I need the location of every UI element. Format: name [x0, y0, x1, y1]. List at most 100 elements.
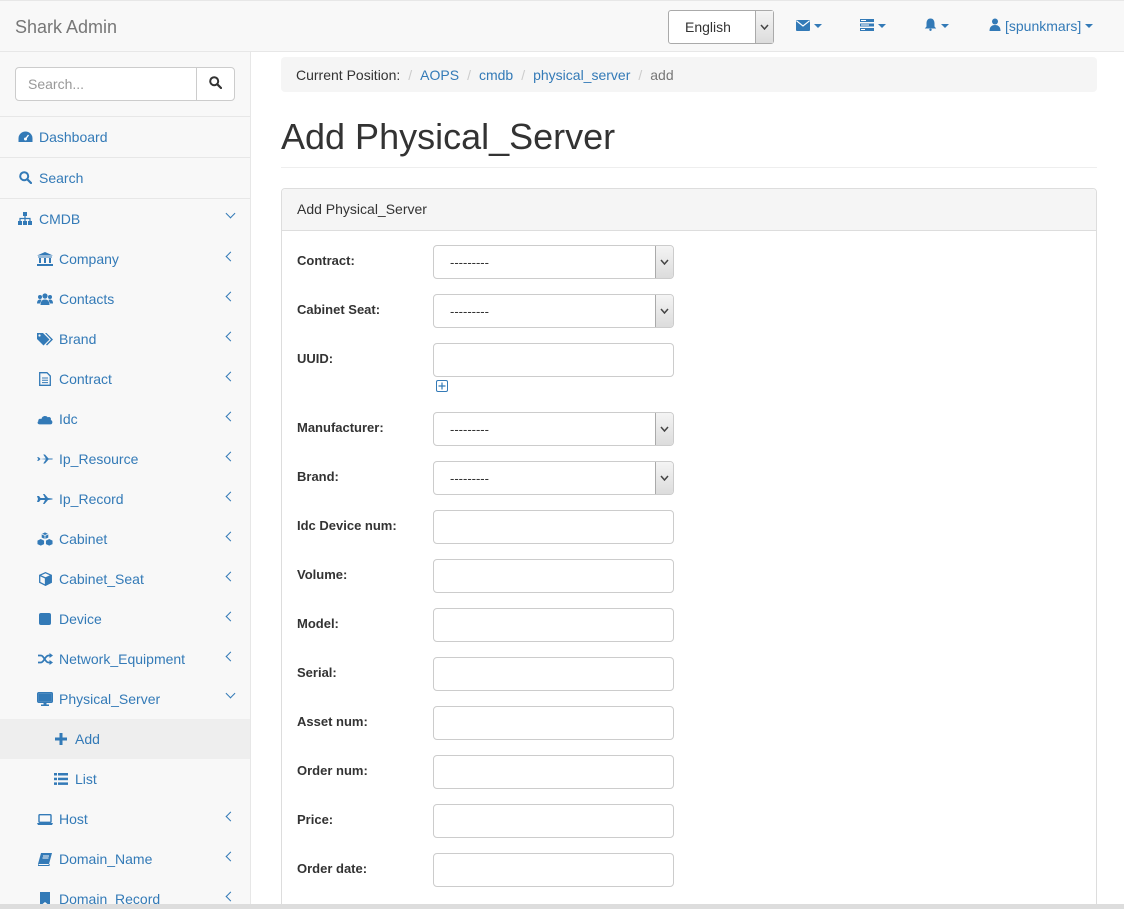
bell-icon	[924, 18, 937, 34]
tags-icon	[37, 332, 53, 346]
sidebar-item-cmdb[interactable]: CMDB	[0, 198, 250, 238]
app-brand[interactable]: Shark Admin	[15, 17, 117, 38]
sidebar-item-contract[interactable]: Contract	[0, 359, 250, 399]
chevron-left-icon	[225, 811, 236, 822]
messages-dropdown[interactable]	[796, 18, 822, 34]
field-label: Price:	[297, 812, 334, 827]
sidebar-item-company[interactable]: Company	[0, 239, 250, 279]
sidebar-item-physical-server[interactable]: Physical_Server	[0, 679, 250, 719]
chevron-down-icon	[655, 246, 673, 278]
breadcrumb-link-cmdb[interactable]: cmdb	[479, 67, 513, 83]
sidebar-item-device[interactable]: Device	[0, 599, 250, 639]
sidebar-item-network-equipment[interactable]: Network_Equipment	[0, 639, 250, 679]
alerts-dropdown[interactable]	[924, 18, 949, 34]
chevron-left-icon	[225, 651, 236, 662]
sidebar-item-ip-record[interactable]: Ip_Record	[0, 479, 250, 519]
chevron-left-icon	[225, 851, 236, 862]
add-uuid-icon[interactable]	[436, 379, 448, 392]
caret-down-icon	[1085, 24, 1094, 28]
plus-icon	[53, 732, 69, 746]
field-label: Model:	[297, 616, 339, 631]
sidebar-item-label: CMDB	[39, 210, 81, 227]
order-num-input[interactable]	[433, 755, 674, 789]
bank-icon	[37, 252, 53, 266]
sidebar-item-domain-name[interactable]: Domain_Name	[0, 839, 250, 879]
tasks-icon	[860, 18, 874, 34]
search-input[interactable]: Search...	[15, 67, 197, 101]
top-navbar: Shark Admin English [spunkmars]	[0, 0, 1124, 52]
chevron-left-icon	[225, 891, 236, 902]
sidebar-item-brand[interactable]: Brand	[0, 319, 250, 359]
field-label: Volume:	[297, 567, 348, 582]
sidebar-item-cabinet-seat[interactable]: Cabinet_Seat	[0, 559, 250, 599]
brand-select[interactable]: ---------	[433, 461, 674, 495]
caret-down-icon	[814, 24, 822, 28]
caret-down-icon	[878, 24, 886, 28]
field-label: Order num:	[297, 763, 368, 778]
random-icon	[37, 652, 53, 666]
serial-input[interactable]	[433, 657, 674, 691]
chevron-left-icon	[225, 451, 236, 462]
sidebar-item-host[interactable]: Host	[0, 799, 250, 839]
select-value: ---------	[450, 471, 489, 486]
desktop-icon	[37, 692, 53, 706]
language-value: English	[685, 19, 731, 35]
breadcrumb-separator: /	[638, 66, 643, 83]
sidebar-item-label: Add	[75, 731, 100, 747]
order-date-input[interactable]	[433, 853, 674, 887]
sidebar-item-label: Ip_Resource	[59, 451, 139, 467]
chevron-down-icon	[755, 11, 773, 43]
sidebar-item-label: List	[75, 771, 97, 787]
model-input[interactable]	[433, 608, 674, 642]
sidebar-item-add[interactable]: Add	[0, 719, 250, 759]
sidebar: Search... Dashboard Search CMDB Company	[0, 52, 251, 909]
sidebar-item-idc[interactable]: Idc	[0, 399, 250, 439]
horizontal-scrollbar[interactable]	[0, 904, 1124, 909]
contract-select[interactable]: ---------	[433, 245, 674, 279]
chevron-down-icon	[225, 688, 236, 699]
laptop-icon	[37, 812, 53, 826]
breadcrumb-link-physical-server[interactable]: physical_server	[533, 67, 630, 83]
users-icon	[37, 292, 53, 306]
chevron-left-icon	[225, 411, 236, 422]
breadcrumb-link-aops[interactable]: AOPS	[420, 67, 459, 83]
sidebar-item-label: Contract	[59, 371, 112, 387]
idc-device-num-input[interactable]	[433, 510, 674, 544]
panel-title: Add Physical_Server	[282, 189, 1096, 231]
volume-input[interactable]	[433, 559, 674, 593]
sidebar-item-contacts[interactable]: Contacts	[0, 279, 250, 319]
sidebar-item-label: Domain_Name	[59, 851, 153, 867]
user-icon	[989, 18, 1001, 34]
chevron-left-icon	[225, 611, 236, 622]
asset-num-input[interactable]	[433, 706, 674, 740]
field-label: UUID:	[297, 351, 334, 366]
language-select[interactable]: English	[668, 10, 774, 44]
sidebar-item-list[interactable]: List	[0, 759, 250, 799]
sidebar-item-label: Host	[59, 811, 88, 827]
sidebar-item-search[interactable]: Search	[0, 157, 250, 197]
price-input[interactable]	[433, 804, 674, 838]
breadcrumb-current: add	[650, 66, 674, 83]
breadcrumb-prefix: Current Position:	[296, 66, 401, 83]
chevron-left-icon	[225, 251, 236, 262]
uuid-input[interactable]	[433, 343, 674, 377]
sidebar-item-label: Company	[59, 251, 119, 267]
sidebar-item-cabinet[interactable]: Cabinet	[0, 519, 250, 559]
field-label: Brand:	[297, 469, 339, 484]
chevron-left-icon	[225, 371, 236, 382]
field-label: Manufacturer:	[297, 420, 384, 435]
sidebar-item-dashboard[interactable]: Dashboard	[0, 116, 250, 156]
sidebar-item-label: Contacts	[59, 291, 115, 307]
divider	[281, 167, 1097, 168]
sidebar-item-ip-resource[interactable]: Ip_Resource	[0, 439, 250, 479]
sidebar-search: Search...	[15, 67, 235, 101]
user-name: [spunkmars]	[1005, 18, 1082, 34]
cabinet-seat-select[interactable]: ---------	[433, 294, 674, 328]
user-dropdown[interactable]: [spunkmars]	[989, 18, 1094, 34]
field-label: Order date:	[297, 861, 368, 876]
stop-icon	[37, 612, 53, 626]
manufacturer-select[interactable]: ---------	[433, 412, 674, 446]
plane-icon	[37, 452, 53, 466]
tasks-dropdown[interactable]	[860, 18, 886, 34]
search-button[interactable]	[196, 67, 235, 101]
